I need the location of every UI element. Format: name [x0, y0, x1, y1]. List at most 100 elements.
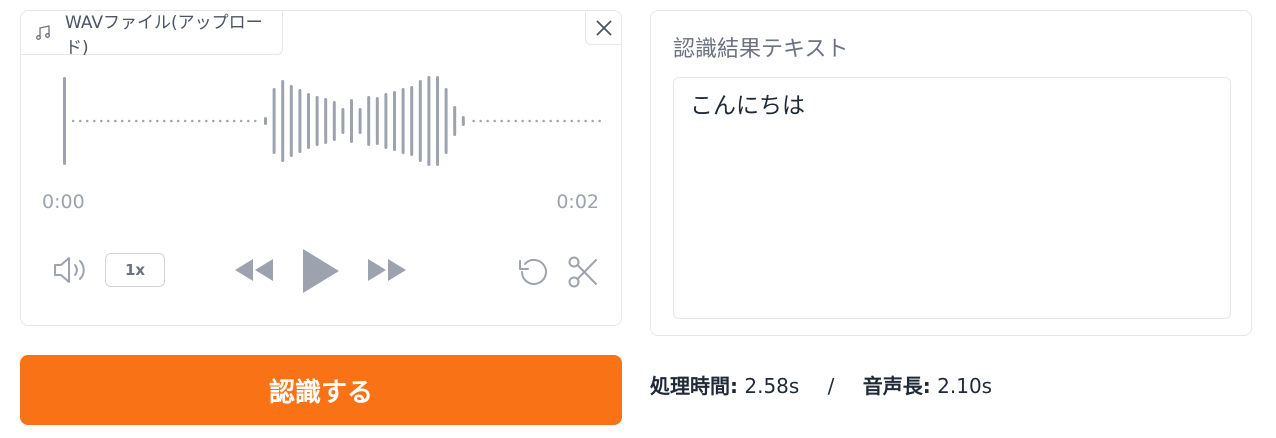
waveform-silence-dot	[563, 119, 566, 123]
close-button[interactable]	[585, 11, 621, 45]
waveform-silence-dot	[79, 119, 82, 123]
music-note-icon	[36, 24, 50, 40]
audio-duration-label: 音声長:	[862, 374, 931, 398]
play-icon	[303, 249, 339, 293]
waveform-silence-dot	[240, 119, 243, 123]
waveform-silence-dot	[219, 119, 222, 123]
rewind-icon	[235, 259, 273, 281]
waveform-bar	[410, 86, 414, 156]
waveform-bar	[281, 80, 285, 162]
stats-line: 処理時間: 2.58s / 音声長: 2.10s	[650, 370, 992, 399]
volume-icon	[54, 257, 85, 283]
waveform-bar	[332, 101, 336, 141]
waveform-silence-dot	[149, 119, 152, 123]
waveform-bar	[315, 96, 319, 146]
waveform-bar	[324, 98, 328, 144]
waveform-silence-dot	[177, 119, 180, 123]
close-icon	[595, 19, 612, 36]
waveform-silence-dot	[128, 119, 131, 123]
waveform-silence-dot	[212, 119, 215, 123]
waveform-silence-dot	[142, 119, 145, 123]
file-label: WAVファイル(アップロード)	[21, 11, 283, 58]
fast-forward-button[interactable]	[366, 257, 408, 283]
waveform-bar	[264, 117, 267, 125]
waveform-bars	[63, 76, 601, 166]
waveform-silence-dot	[135, 119, 138, 123]
waveform-bar	[384, 93, 388, 149]
waveform-silence-dot	[514, 119, 517, 123]
waveform-silence-dot	[100, 119, 103, 123]
playback-speed-button[interactable]: 1x	[105, 253, 165, 287]
waveform-bar	[298, 89, 302, 153]
waveform-silence-dot	[247, 119, 250, 123]
result-textarea[interactable]: こんにちは	[673, 77, 1231, 319]
waveform-silence-dot	[577, 119, 580, 123]
waveform-bar	[289, 85, 293, 157]
waveform-silence-dot	[542, 119, 545, 123]
waveform-silence-dot	[486, 119, 489, 123]
processing-time-value: 2.58s	[744, 374, 800, 398]
waveform-silence-dot	[507, 119, 510, 123]
waveform-silence-dot	[184, 119, 187, 123]
waveform-silence-dot	[584, 119, 587, 123]
waveform-bar	[358, 108, 362, 134]
scissors-icon	[568, 256, 597, 288]
waveform[interactable]	[41, 75, 601, 167]
play-button[interactable]	[299, 245, 343, 297]
waveform-bar	[453, 106, 457, 136]
recognize-button[interactable]: 認識する	[20, 355, 622, 425]
reset-button[interactable]	[517, 255, 551, 289]
waveform-silence-dot	[191, 119, 194, 123]
waveform-silence-dot	[535, 119, 538, 123]
waveform-bar	[272, 88, 276, 154]
fast-forward-icon	[368, 259, 406, 281]
waveform-silence-dot	[493, 119, 496, 123]
waveform-silence-dot	[107, 119, 110, 123]
waveform-bar	[367, 96, 371, 146]
waveform-silence-dot	[170, 119, 173, 123]
waveform-silence-dot	[549, 119, 552, 123]
waveform-silence-dot	[570, 119, 573, 123]
processing-time-label: 処理時間:	[650, 374, 738, 398]
waveform-silence-dot	[472, 119, 475, 123]
waveform-silence-dot	[205, 119, 208, 123]
volume-button[interactable]	[51, 255, 91, 285]
audio-duration-value: 2.10s	[937, 374, 993, 398]
waveform-silence-dot	[591, 119, 594, 123]
file-label-text: WAVファイル(アップロード)	[65, 12, 263, 58]
rewind-button[interactable]	[233, 257, 275, 283]
waveform-silence-dot	[163, 119, 166, 123]
waveform-silence-dot	[254, 119, 257, 123]
waveform-bar	[401, 88, 405, 154]
waveform-silence-dot	[598, 119, 601, 123]
waveform-bar	[350, 99, 353, 143]
waveform-silence-dot	[86, 119, 89, 123]
waveform-silence-dot	[72, 119, 75, 123]
waveform-bar	[427, 76, 431, 166]
result-text-panel: 認識結果テキスト こんにちは	[650, 10, 1252, 336]
waveform-bar	[375, 97, 379, 145]
waveform-silence-dot	[121, 119, 124, 123]
waveform-silence-dot	[198, 119, 201, 123]
waveform-silence-dot	[226, 119, 229, 123]
result-text-title: 認識結果テキスト	[673, 37, 849, 62]
current-time: 0:00	[42, 191, 85, 213]
waveform-bar	[418, 80, 422, 162]
stats-separator: /	[827, 374, 835, 398]
waveform-silence-dot	[156, 119, 159, 123]
waveform-bar	[436, 76, 439, 166]
waveform-bar	[307, 93, 310, 149]
waveform-silence-dot	[233, 119, 236, 123]
audio-player-panel: WAVファイル(アップロード) 0:00 0:02 1x	[20, 10, 622, 326]
waveform-silence-dot	[500, 119, 503, 123]
waveform-silence-dot	[479, 119, 482, 123]
waveform-bar	[461, 116, 465, 126]
waveform-bar	[341, 108, 345, 134]
waveform-bar	[393, 91, 396, 151]
total-duration: 0:02	[556, 191, 599, 213]
trim-button[interactable]	[567, 255, 599, 289]
waveform-start-marker	[63, 77, 66, 165]
waveform-silence-dot	[93, 119, 96, 123]
undo-icon	[519, 258, 547, 285]
waveform-silence-dot	[556, 119, 559, 123]
